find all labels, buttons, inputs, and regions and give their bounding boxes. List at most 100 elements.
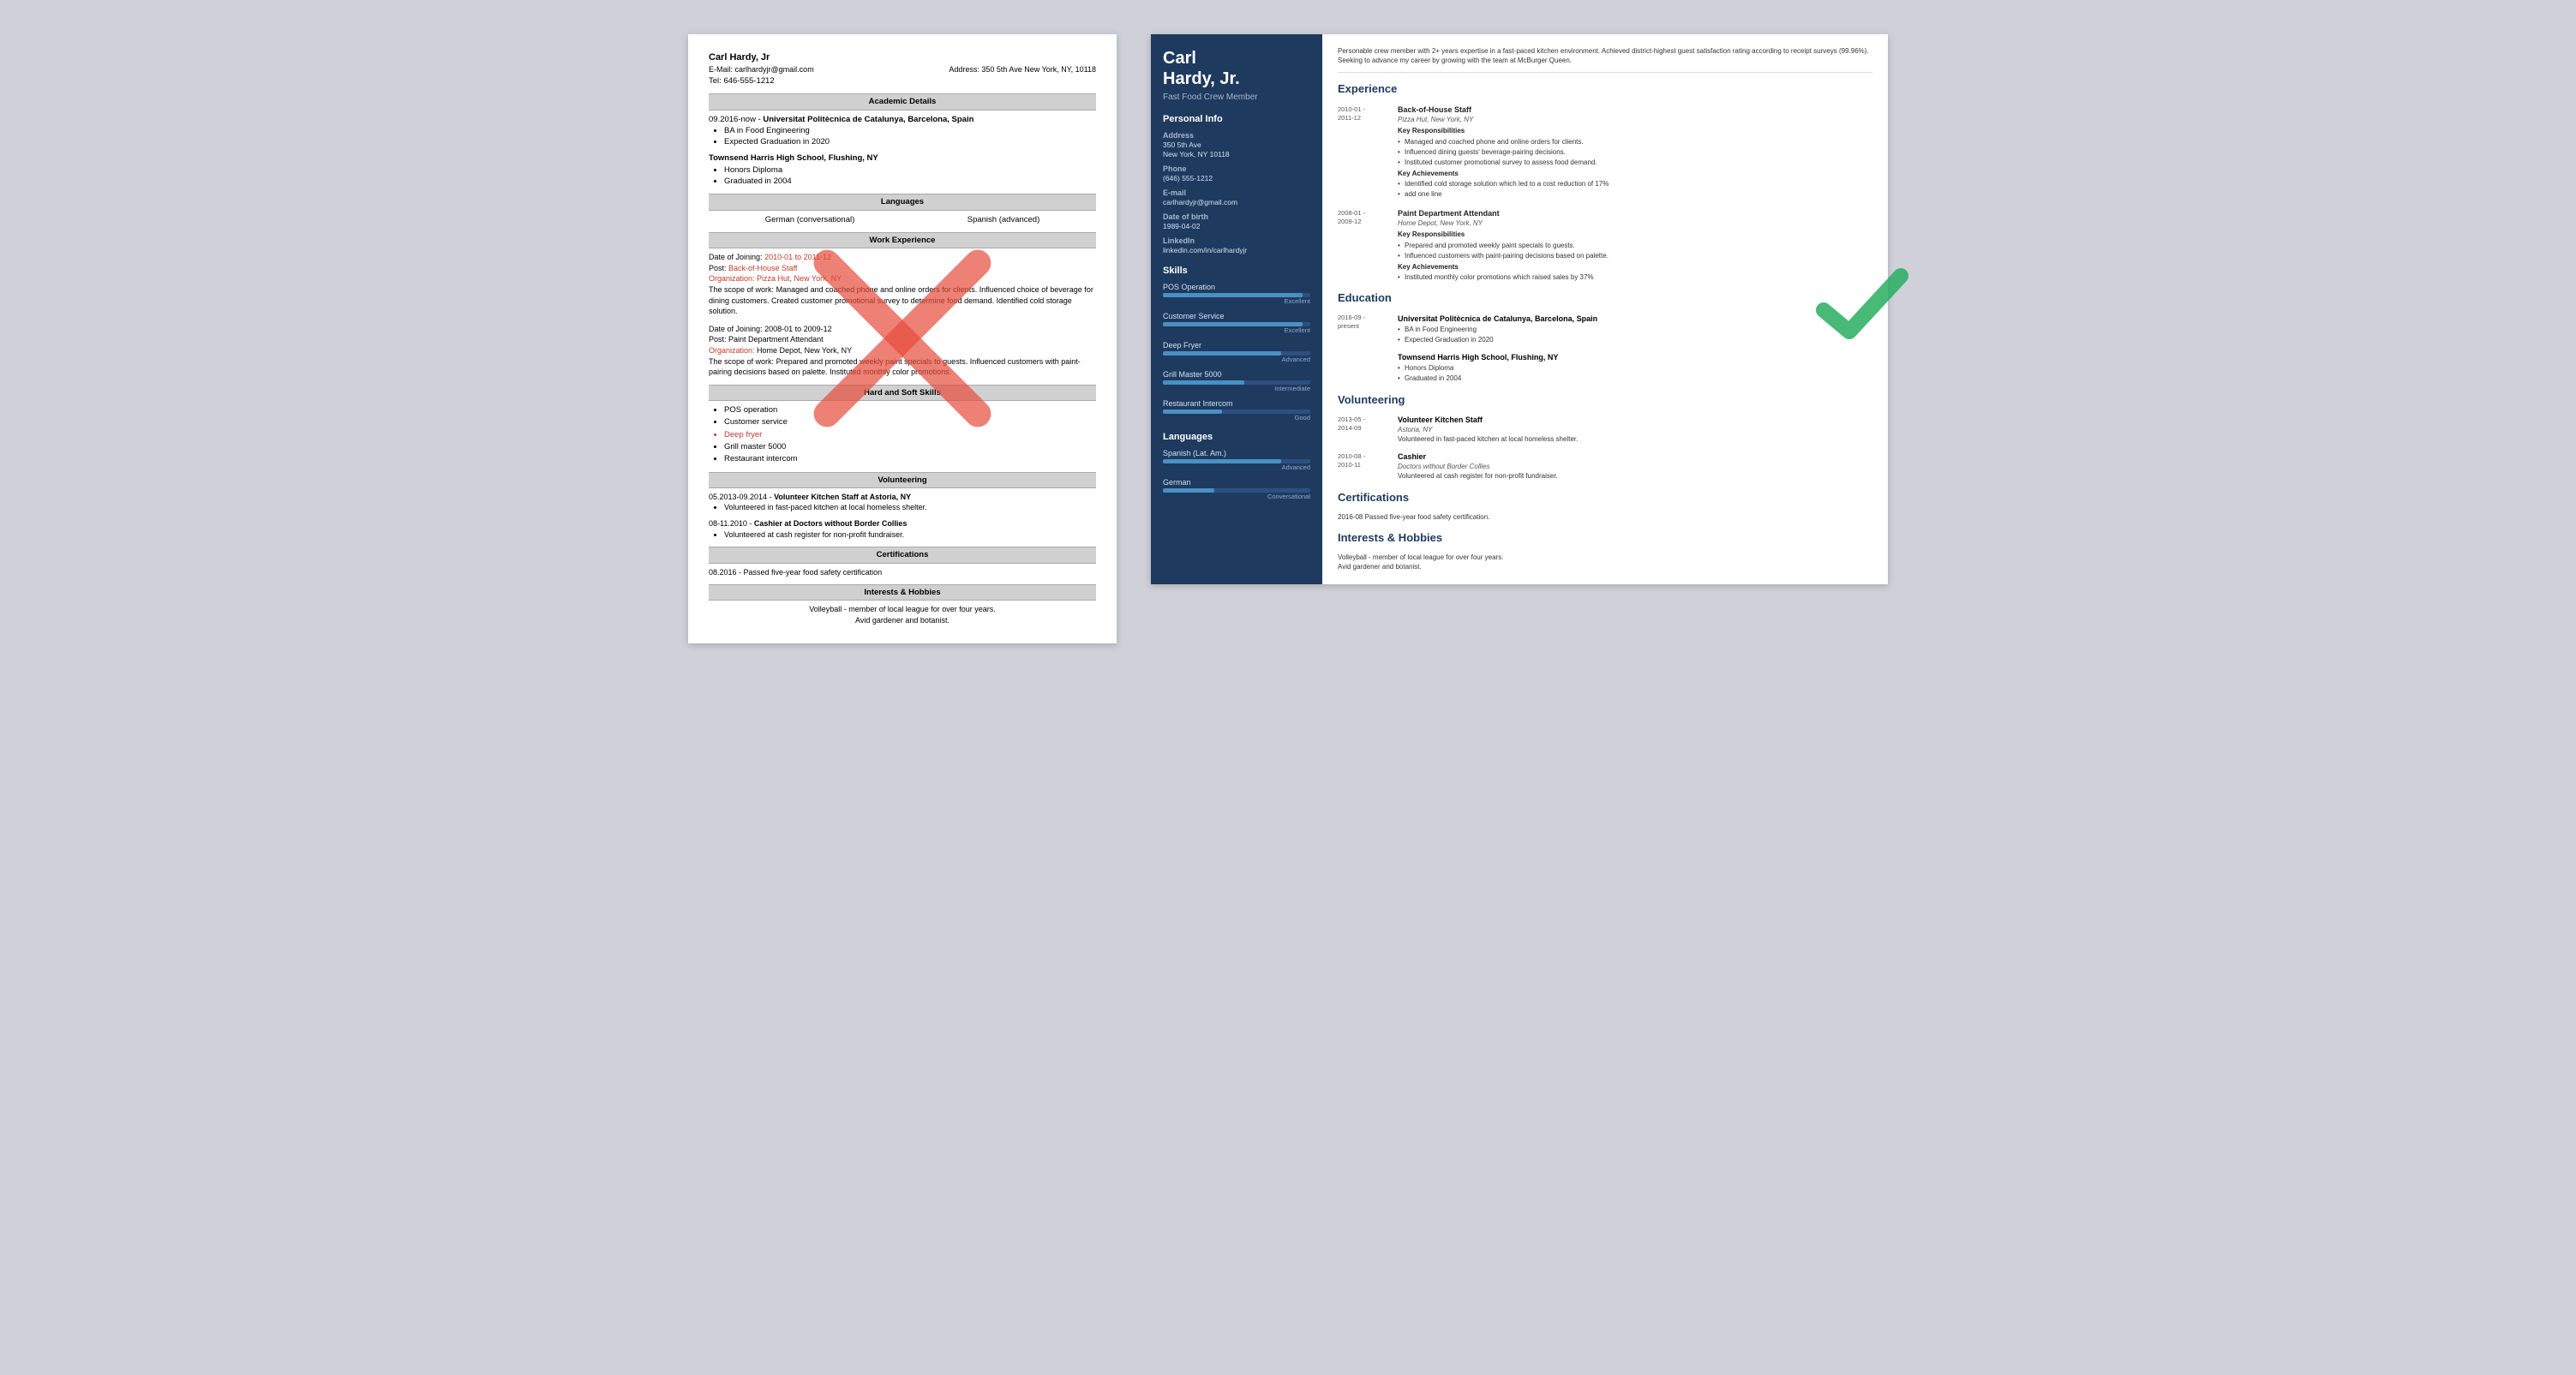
right-hobbies: Volleyball - member of local league for … [1338,553,1872,571]
right-vol-header: Volunteering [1338,392,1872,408]
right-hobbies-header: Interests & Hobbies [1338,530,1872,546]
right-edu-2-details: Townsend Harris High School, Flushing, N… [1398,352,1872,384]
left-edu-2-item-2: Graduated in 2004 [724,176,1096,187]
right-vol-2-title: Cashier [1398,451,1872,463]
left-work-1-org: Organization: Pizza Hut, New York, NY [709,273,1096,284]
right-exp-1-achieve-2: add one line [1398,189,1872,199]
right-vol-2-details: Cashier Doctors without Border Collies V… [1398,451,1872,481]
right-hobbies-line1: Volleyball - member of local league for … [1338,553,1872,562]
right-exp-2-details: Paint Department Attendant Home Depot, N… [1398,208,1872,283]
right-exp-1: 2010-01 -2011-12 Back-of-House Staff Piz… [1338,105,1872,200]
right-edu-2-school: Townsend Harris High School, Flushing, N… [1398,352,1872,363]
left-tel: Tel: 646-555-1212 [709,75,1096,87]
right-name: Carl Hardy, Jr. [1163,48,1310,89]
right-exp-2-achieve-1: Instituted monthly color promotions whic… [1398,272,1872,282]
left-address: Address: 350 5th Ave New York, NY, 10118 [949,64,1096,75]
right-address-label: Address [1163,131,1310,140]
right-skill-4: Grill Master 5000 Intermediate [1163,370,1310,392]
right-vol-2: 2010-08 -2010-11 Cashier Doctors without… [1338,451,1872,481]
left-skill-1: POS operation [724,404,1096,415]
right-vol-2-text: Volunteered at cash register for non-pro… [1398,471,1872,481]
left-work-1: Date of Joining: 2010-01 to 2011-12 Post… [709,252,1096,317]
right-edu-2-item-1: Honors Diploma [1398,363,1872,373]
left-email: E-Mail: carlhardyjr@gmail.com [709,64,814,75]
right-exp-2-company: Home Depot, New York, NY [1398,218,1872,228]
right-edu-header: Education [1338,290,1872,306]
left-edu-1-item-2: Expected Graduation in 2020 [724,136,1096,147]
right-exp-2-resp-2: Influenced customers with paint-pairing … [1398,251,1872,260]
right-linkedin: linkedin.com/in/carlhardyjr [1163,246,1310,255]
right-address: 350 5th AveNew York, NY 10118 [1163,140,1310,159]
left-lang-header: Languages [709,194,1096,210]
right-edu-1-details: Universitat Politècnica de Catalunya, Ba… [1398,314,1872,345]
resume-bad: Carl Hardy, Jr E-Mail: carlhardyjr@gmail… [688,34,1117,643]
right-edu-1-item-2: Expected Graduation in 2020 [1398,335,1872,344]
right-edu-1-school: Universitat Politècnica de Catalunya, Ba… [1398,314,1872,325]
right-exp-2-resp-header: Key Responsibilities [1398,230,1872,239]
right-exp-2-title: Paint Department Attendant [1398,208,1872,219]
left-work-2-org: Organization: Home Depot, New York, NY [709,345,1096,356]
right-lang-1: Spanish (Lat. Am.) Advanced [1163,449,1310,471]
right-lang-2: German Conversational [1163,478,1310,500]
right-vol-2-company: Doctors without Border Collies [1398,462,1872,471]
right-edu-2-item-2: Graduated in 2004 [1398,374,1872,383]
left-edu-1-item-1: BA in Food Engineering [724,125,1096,136]
left-edu-1: 09.2016-now - Universitat Politècnica de… [709,114,1096,148]
right-exp-1-achieve-1: Identified cold storage solution which l… [1398,179,1872,188]
left-skill-4: Grill master 5000 [724,441,1096,452]
right-exp-1-resp-header: Key Responsibilities [1398,126,1872,135]
right-edu-1: 2016-09 -present Universitat Politècnica… [1338,314,1872,345]
right-vol-2-dates: 2010-08 -2010-11 [1338,451,1398,481]
left-vol-1-dates-title: 05.2013-09.2014 - Volunteer Kitchen Staf… [709,492,1096,503]
left-work-2-scope: The scope of work: Prepared and promoted… [709,356,1096,378]
right-lang-header: Languages [1163,432,1310,442]
right-edu-1-item-1: BA in Food Engineering [1398,325,1872,334]
right-dob: 1989-04-02 [1163,222,1310,231]
left-lang-2: Spanish (advanced) [967,214,1040,225]
left-vol-2: 08-11.2010 - Cashier at Doctors without … [709,518,1096,540]
right-hobbies-line2: Avid gardener and botanist. [1338,562,1872,571]
left-work-1-post: Post: Back-of-House Staff [709,263,1096,274]
left-hobbies-line2: Avid gardener and botanist. [709,615,1096,626]
right-email: carlhardyjr@gmail.com [1163,198,1310,207]
left-vol-2-dates-title: 08-11.2010 - Cashier at Doctors without … [709,518,1096,529]
right-phone-label: Phone [1163,164,1310,173]
right-exp-1-dates: 2010-01 -2011-12 [1338,105,1398,200]
left-skills-list: POS operation Customer service Deep frye… [724,404,1096,464]
right-exp-1-resp-1: Managed and coached phone and online ord… [1398,137,1872,146]
left-work-1-scope: The scope of work: Managed and coached p… [709,284,1096,317]
right-exp-1-achieve-header: Key Achievements [1398,169,1872,178]
resume-good: Carl Hardy, Jr. Fast Food Crew Member Pe… [1151,34,1888,584]
right-exp-1-details: Back-of-House Staff Pizza Hut, New York,… [1398,105,1872,200]
right-exp-2: 2008-01 -2009-12 Paint Department Attend… [1338,208,1872,283]
left-work-2-post: Post: Paint Department Attendant [709,334,1096,345]
right-linkedin-label: LinkedIn [1163,236,1310,245]
left-cert-text: 08.2016 - Passed five-year food safety c… [709,567,1096,578]
page-container: Carl Hardy, Jr E-Mail: carlhardyjr@gmail… [688,34,1888,643]
right-vol-1: 2013-05 -2014-09 Volunteer Kitchen Staff… [1338,415,1872,445]
left-work-header: Work Experience [709,232,1096,248]
left-vol-1-item-1: Volunteered in fast-paced kitchen at loc… [724,502,1096,513]
left-work-1-dates: Date of Joining: 2010-01 to 2011-12 [709,252,1096,263]
left-edu-1-dates: 09.2016-now - Universitat Politècnica de… [709,114,1096,125]
right-exp-1-resp-2: Influenced dining guests' beverage-pairi… [1398,147,1872,157]
left-skill-5: Restaurant intercom [724,453,1096,464]
right-exp-2-resp-1: Prepared and promoted weekly paint speci… [1398,241,1872,250]
right-title: Fast Food Crew Member [1163,93,1310,102]
right-edu-2: Townsend Harris High School, Flushing, N… [1338,352,1872,384]
left-cert-header: Certifications [709,547,1096,563]
right-vol-1-text: Volunteered in fast-paced kitchen at loc… [1398,434,1872,444]
left-skills-header: Hard and Soft Skills [709,385,1096,401]
right-personal-header: Personal Info [1163,114,1310,124]
right-skill-5: Restaurant Intercom Good [1163,399,1310,421]
left-header: Carl Hardy, Jr E-Mail: carlhardyjr@gmail… [709,51,1096,87]
left-name: Carl Hardy, Jr [709,51,1096,64]
left-hobbies-text: Volleyball - member of local league for … [709,604,1096,625]
right-skill-3: Deep Fryer Advanced [1163,341,1310,363]
right-main: Personable crew member with 2+ years exp… [1322,34,1888,584]
right-skill-2: Customer Service Excellent [1163,312,1310,334]
left-vol-2-item-1: Volunteered at cash register for non-pro… [724,529,1096,541]
right-vol-1-company: Astoria, NY [1398,425,1872,434]
right-cert-header: Certifications [1338,490,1872,505]
left-languages: German (conversational) Spanish (advance… [709,214,1096,225]
